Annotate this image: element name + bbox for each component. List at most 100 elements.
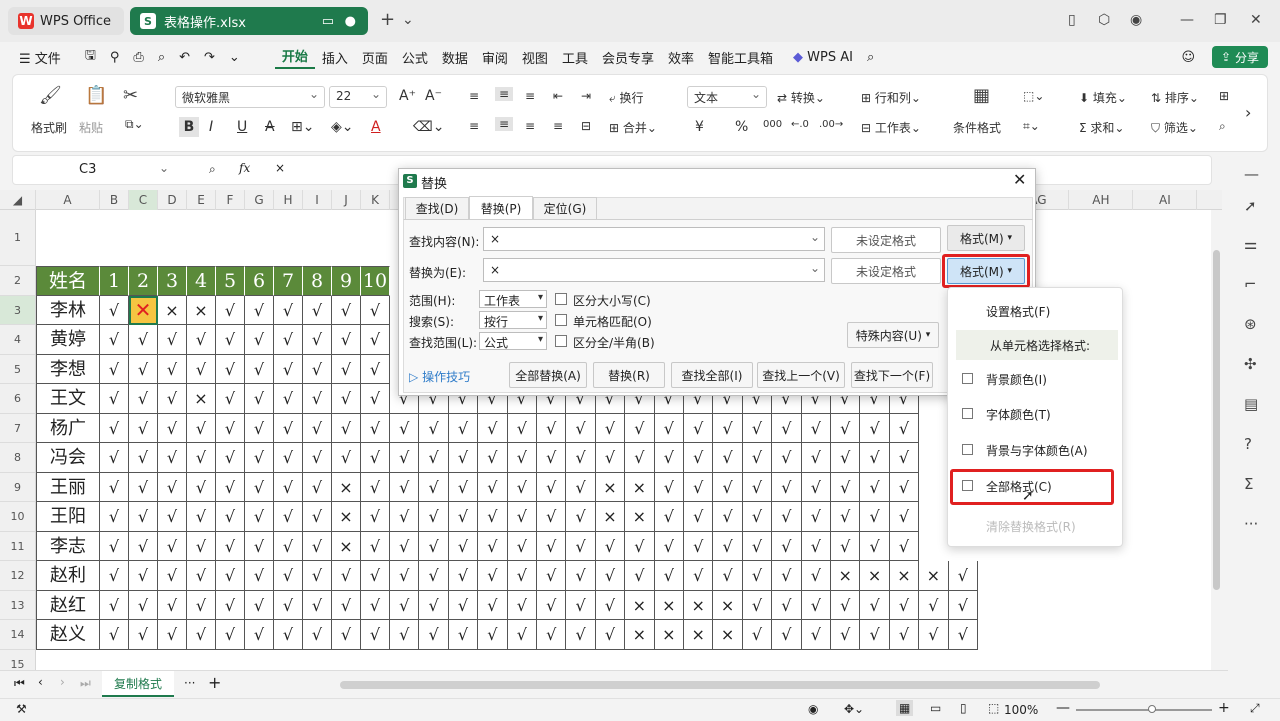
find-input[interactable]: × ⌄ [483, 227, 825, 251]
cell-j8[interactable]: √ [332, 443, 361, 473]
cell-m7[interactable]: √ [419, 413, 449, 443]
cell-d8[interactable]: √ [158, 443, 187, 473]
align-middle-icon[interactable]: ≡ [495, 87, 514, 101]
cell-h3[interactable]: √ [274, 295, 303, 325]
cell-w9[interactable]: √ [713, 472, 743, 502]
cell-k11[interactable]: √ [361, 531, 390, 561]
cell-m9[interactable]: √ [419, 472, 449, 502]
cell-d13[interactable]: √ [158, 590, 187, 620]
row-header-10[interactable]: 10 [0, 502, 36, 532]
cell-j2[interactable]: 9 [332, 266, 361, 296]
tab-goto[interactable]: 定位(G) [533, 197, 597, 219]
cell-k9[interactable]: √ [361, 472, 390, 502]
cell-a5[interactable]: 李想 [36, 354, 100, 384]
cell-v12[interactable]: √ [684, 561, 714, 591]
cell-k14[interactable]: √ [361, 620, 390, 650]
cell-f9[interactable]: √ [216, 472, 245, 502]
table-icon[interactable]: ⊞ [1219, 89, 1229, 103]
cell-q14[interactable]: √ [537, 620, 567, 650]
cell-ac10[interactable]: √ [889, 502, 920, 532]
cell-j3[interactable]: √ [332, 295, 361, 325]
cell-k12[interactable]: √ [361, 561, 390, 591]
menu-efficiency[interactable]: 效率 [661, 48, 701, 67]
convert-button[interactable]: ⇄ 转换⌄ [777, 89, 825, 106]
currency-button[interactable]: ¥ [695, 119, 704, 135]
cell-g7[interactable]: √ [245, 413, 274, 443]
more-icon[interactable]: ··· [1244, 515, 1258, 533]
cell-h4[interactable]: √ [274, 325, 303, 355]
row-header-7[interactable]: 7 [0, 413, 36, 443]
cell-t7[interactable]: √ [625, 413, 655, 443]
cell-f14[interactable]: √ [216, 620, 245, 650]
cell-c13[interactable]: √ [129, 590, 158, 620]
cell-m8[interactable]: √ [419, 443, 449, 473]
eye-icon[interactable]: ◉ [808, 702, 818, 716]
zoom-in-icon[interactable]: + [1218, 700, 1230, 716]
increase-font-icon[interactable]: A⁺ [399, 88, 416, 104]
cell-p13[interactable]: √ [507, 590, 537, 620]
search-icon[interactable]: ⌕ [860, 50, 881, 65]
cell-p14[interactable]: √ [507, 620, 537, 650]
cell-j6[interactable]: √ [332, 384, 361, 414]
cell-i5[interactable]: √ [303, 354, 332, 384]
conditional-format-button[interactable]: 条件格式 [953, 119, 1001, 136]
zoom-slider-thumb[interactable] [1148, 705, 1156, 713]
cell-k10[interactable]: √ [361, 502, 390, 532]
collapse-icon[interactable]: — [1244, 165, 1259, 183]
cell-n11[interactable]: √ [448, 531, 479, 561]
distribute-icon[interactable]: ⊟ [581, 119, 591, 133]
cell-t14[interactable]: × [625, 620, 655, 650]
cell-s9[interactable]: × [595, 472, 626, 502]
cell-e10[interactable]: √ [187, 502, 216, 532]
border-icon[interactable]: ⊞⌄ [291, 119, 314, 135]
cell-j5[interactable]: √ [332, 354, 361, 384]
cell-c10[interactable]: √ [129, 502, 158, 532]
cell-g11[interactable]: √ [245, 531, 274, 561]
menu-review[interactable]: 审阅 [475, 48, 515, 67]
normal-view-icon[interactable]: ▦ [896, 700, 914, 716]
row-header-6[interactable]: 6 [0, 384, 36, 414]
find-next-button[interactable]: 查找下一个(F) [851, 362, 933, 388]
cell-r8[interactable]: √ [566, 443, 596, 473]
cell-v7[interactable]: √ [684, 413, 714, 443]
book-icon[interactable]: ▤ [1244, 395, 1258, 413]
cell-x11[interactable]: √ [742, 531, 773, 561]
cell-n12[interactable]: √ [448, 561, 479, 591]
cell-i12[interactable]: √ [303, 561, 332, 591]
sheet-tab-active[interactable]: 复制格式 [102, 671, 174, 697]
cell-e12[interactable]: √ [187, 561, 216, 591]
align-top-icon[interactable]: ≡ [469, 89, 479, 103]
cell-e6[interactable]: × [187, 384, 216, 414]
style-icon[interactable]: ⬚⌄ [1023, 89, 1044, 103]
cell-l10[interactable]: √ [390, 502, 420, 532]
cell-a8[interactable]: 冯会 [36, 443, 100, 473]
find-all-button[interactable]: 查找全部(I) [671, 362, 753, 388]
menu-item-font-color[interactable]: 字体颜色(T) [948, 399, 1124, 429]
cell-h8[interactable]: √ [274, 443, 303, 473]
tab-wps-office[interactable]: W WPS Office [8, 7, 124, 35]
menu-formula[interactable]: 公式 [395, 48, 435, 67]
cell-p8[interactable]: √ [507, 443, 537, 473]
cell-e4[interactable]: √ [187, 325, 216, 355]
cell-b13[interactable]: √ [100, 590, 129, 620]
cell-q11[interactable]: √ [537, 531, 567, 561]
row-header-11[interactable]: 11 [0, 531, 36, 561]
cell-aa9[interactable]: √ [831, 472, 861, 502]
column-header-f[interactable]: F [216, 190, 245, 210]
cell-g6[interactable]: √ [245, 384, 274, 414]
cell-h7[interactable]: √ [274, 413, 303, 443]
cell-ac11[interactable]: √ [889, 531, 920, 561]
cell-u8[interactable]: √ [654, 443, 684, 473]
cell-n9[interactable]: √ [448, 472, 479, 502]
cell-k6[interactable]: √ [361, 384, 390, 414]
cell-c12[interactable]: √ [129, 561, 158, 591]
dialog-close-icon[interactable]: ✕ [1013, 170, 1026, 189]
cell-o7[interactable]: √ [478, 413, 508, 443]
cell-a14[interactable]: 赵义 [36, 620, 100, 650]
match-case-checkbox[interactable] [555, 293, 567, 305]
cell-i14[interactable]: √ [303, 620, 332, 650]
cell-a2[interactable]: 姓名 [36, 266, 100, 296]
strikethrough-button[interactable]: A [265, 119, 275, 135]
tips-link[interactable]: ▷ 操作技巧 [409, 368, 470, 385]
cell-q7[interactable]: √ [537, 413, 567, 443]
